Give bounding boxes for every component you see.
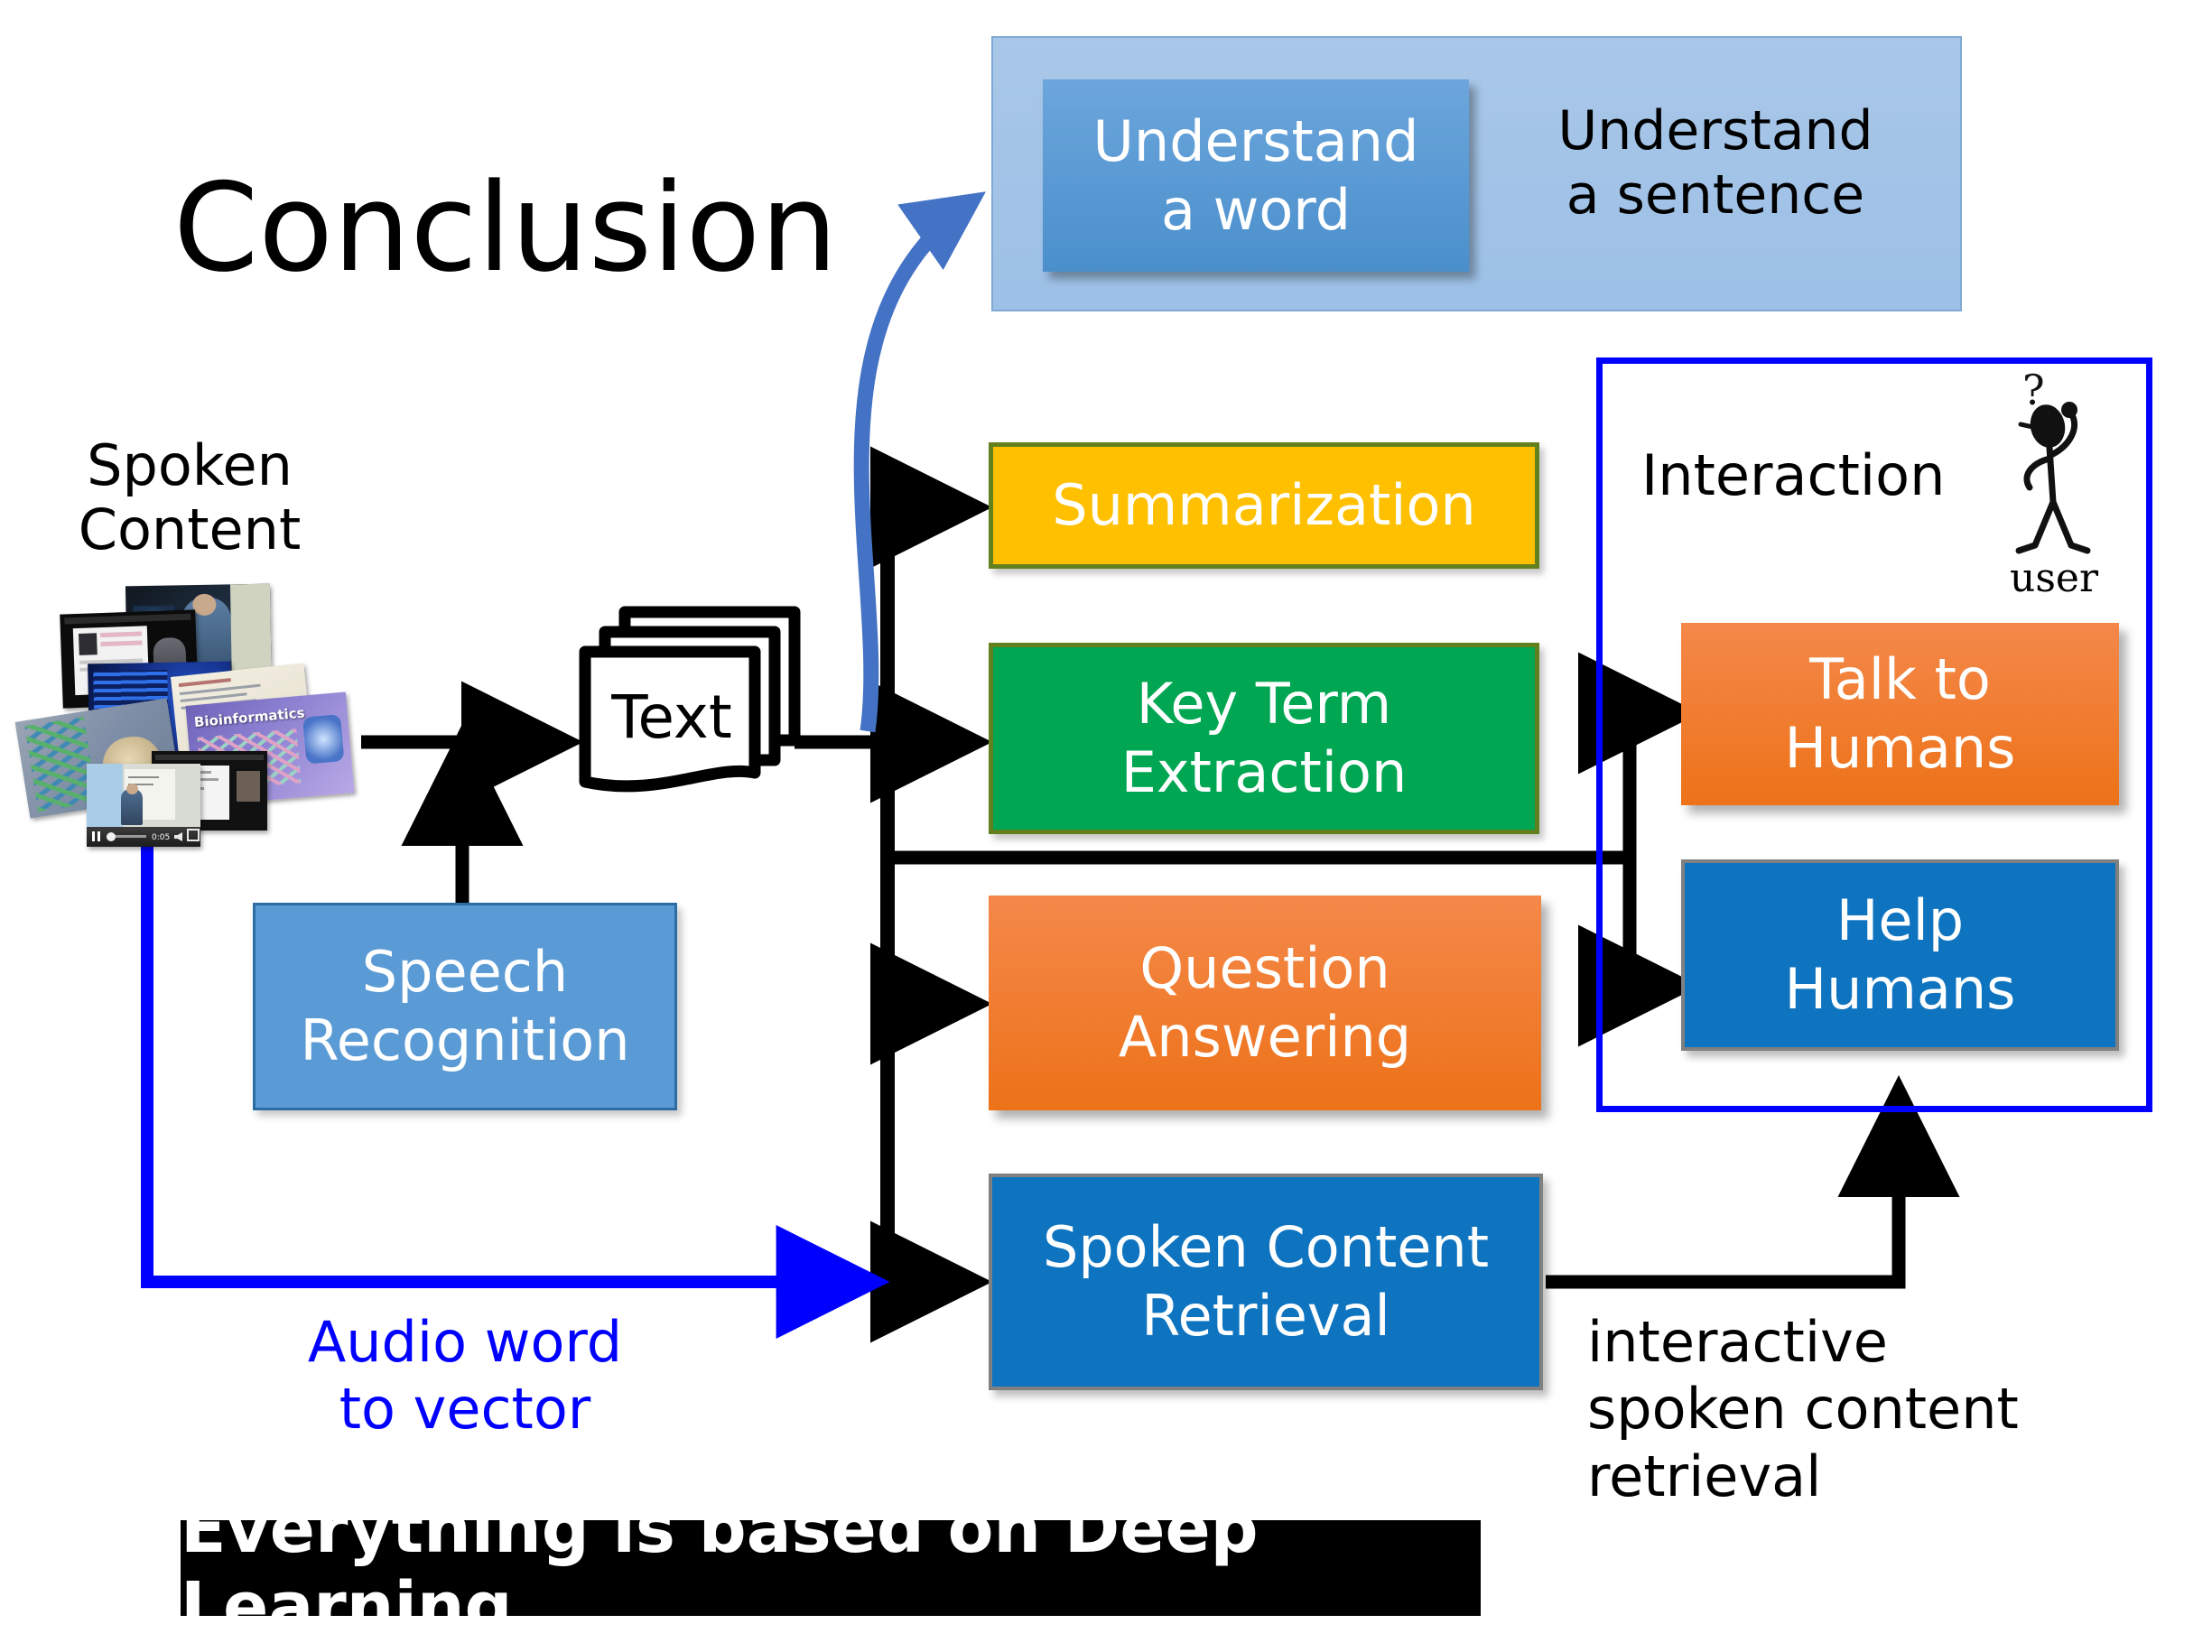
fullscreen-icon[interactable] xyxy=(187,829,200,841)
page-title: Conclusion xyxy=(173,157,838,299)
seek-handle[interactable] xyxy=(107,832,116,841)
pause-icon xyxy=(92,831,100,841)
talk-to-humans-line2: Humans xyxy=(1784,715,2016,781)
speech-recognition-line2: Recognition xyxy=(300,1007,630,1073)
interaction-box-talk-to-humans[interactable]: Talk to Humans xyxy=(1681,623,2119,805)
understand-a-word-line1: Understand xyxy=(1092,107,1419,174)
thumbnail-video-player: 0:05 xyxy=(87,764,200,847)
understand-a-word-line2: a word xyxy=(1160,176,1352,243)
understand-a-word-box[interactable]: Understand a word xyxy=(1043,79,1469,272)
interaction-box-help-humans[interactable]: Help Humans xyxy=(1681,859,2119,1051)
task-label-question-answering-line2: Answering xyxy=(1118,1004,1412,1070)
task-label-scr-line2: Retrieval xyxy=(1141,1283,1390,1349)
interactive-scr-line2: spoken content xyxy=(1587,1376,2019,1443)
deep-learning-banner: Everything is based on Deep Learning xyxy=(181,1490,1481,1646)
speech-recognition-line1: Speech xyxy=(361,939,569,1006)
audio-word-line2: to vector xyxy=(339,1376,591,1443)
user-stick-figure-icon: ? xyxy=(1986,368,2122,567)
media-time: 0:05 xyxy=(152,833,171,842)
spoken-content-line1: Spoken xyxy=(87,432,293,498)
spoken-content-label: Spoken Content xyxy=(54,433,325,562)
task-box-spoken-content-retrieval[interactable]: Spoken Content Retrieval xyxy=(989,1174,1543,1390)
task-label-key-term-line1: Key Term xyxy=(1136,671,1392,738)
interactive-scr-line3: retrieval xyxy=(1587,1443,1822,1509)
arrow-scr-to-help-humans xyxy=(1546,1074,1960,1289)
spoken-content-line2: Content xyxy=(78,497,302,563)
slide-canvas: Conclusion Understand a word Understand … xyxy=(0,0,2212,1652)
understand-a-sentence-line2: a sentence xyxy=(1566,162,1865,227)
task-label-summarization: Summarization xyxy=(1052,472,1476,539)
curve-to-understanding-panel xyxy=(853,191,986,733)
task-label-scr-line1: Spoken Content xyxy=(1042,1214,1490,1281)
user-label: user xyxy=(2010,555,2098,601)
audio-word-line1: Audio word xyxy=(307,1309,623,1375)
deep-learning-banner-text: Everything is based on Deep Learning xyxy=(181,1490,1259,1646)
speech-recognition-box[interactable]: Speech Recognition xyxy=(253,903,677,1110)
task-box-summarization[interactable]: Summarization xyxy=(989,442,1539,569)
task-box-key-term-extraction[interactable]: Key Term Extraction xyxy=(989,643,1539,834)
understand-a-sentence-label: Understand a sentence xyxy=(1517,99,1914,227)
task-label-question-answering-line1: Question xyxy=(1139,935,1390,1002)
help-humans-line2: Humans xyxy=(1784,956,2016,1022)
interactive-scr-line1: interactive xyxy=(1587,1309,1888,1375)
task-box-question-answering[interactable]: Question Answering xyxy=(989,896,1541,1110)
text-node-label: Text xyxy=(611,682,732,752)
understand-a-sentence-line1: Understand xyxy=(1557,99,1873,162)
spoken-content-thumbnail-collage: Bioinformatics 0:05 xyxy=(9,583,397,858)
interactive-scr-annotation: interactive spoken content retrieval xyxy=(1587,1309,2093,1510)
audio-word-to-vector-label: Audio word to vector xyxy=(280,1309,650,1443)
text-document-node: Text xyxy=(569,596,813,831)
task-label-key-term-line2: Extraction xyxy=(1120,739,1408,805)
talk-to-humans-line1: Talk to xyxy=(1809,646,1991,713)
interaction-title: Interaction xyxy=(1641,442,1946,508)
help-humans-line1: Help xyxy=(1836,887,1965,954)
thumbnail-caption: Bioinformatics xyxy=(193,704,306,731)
